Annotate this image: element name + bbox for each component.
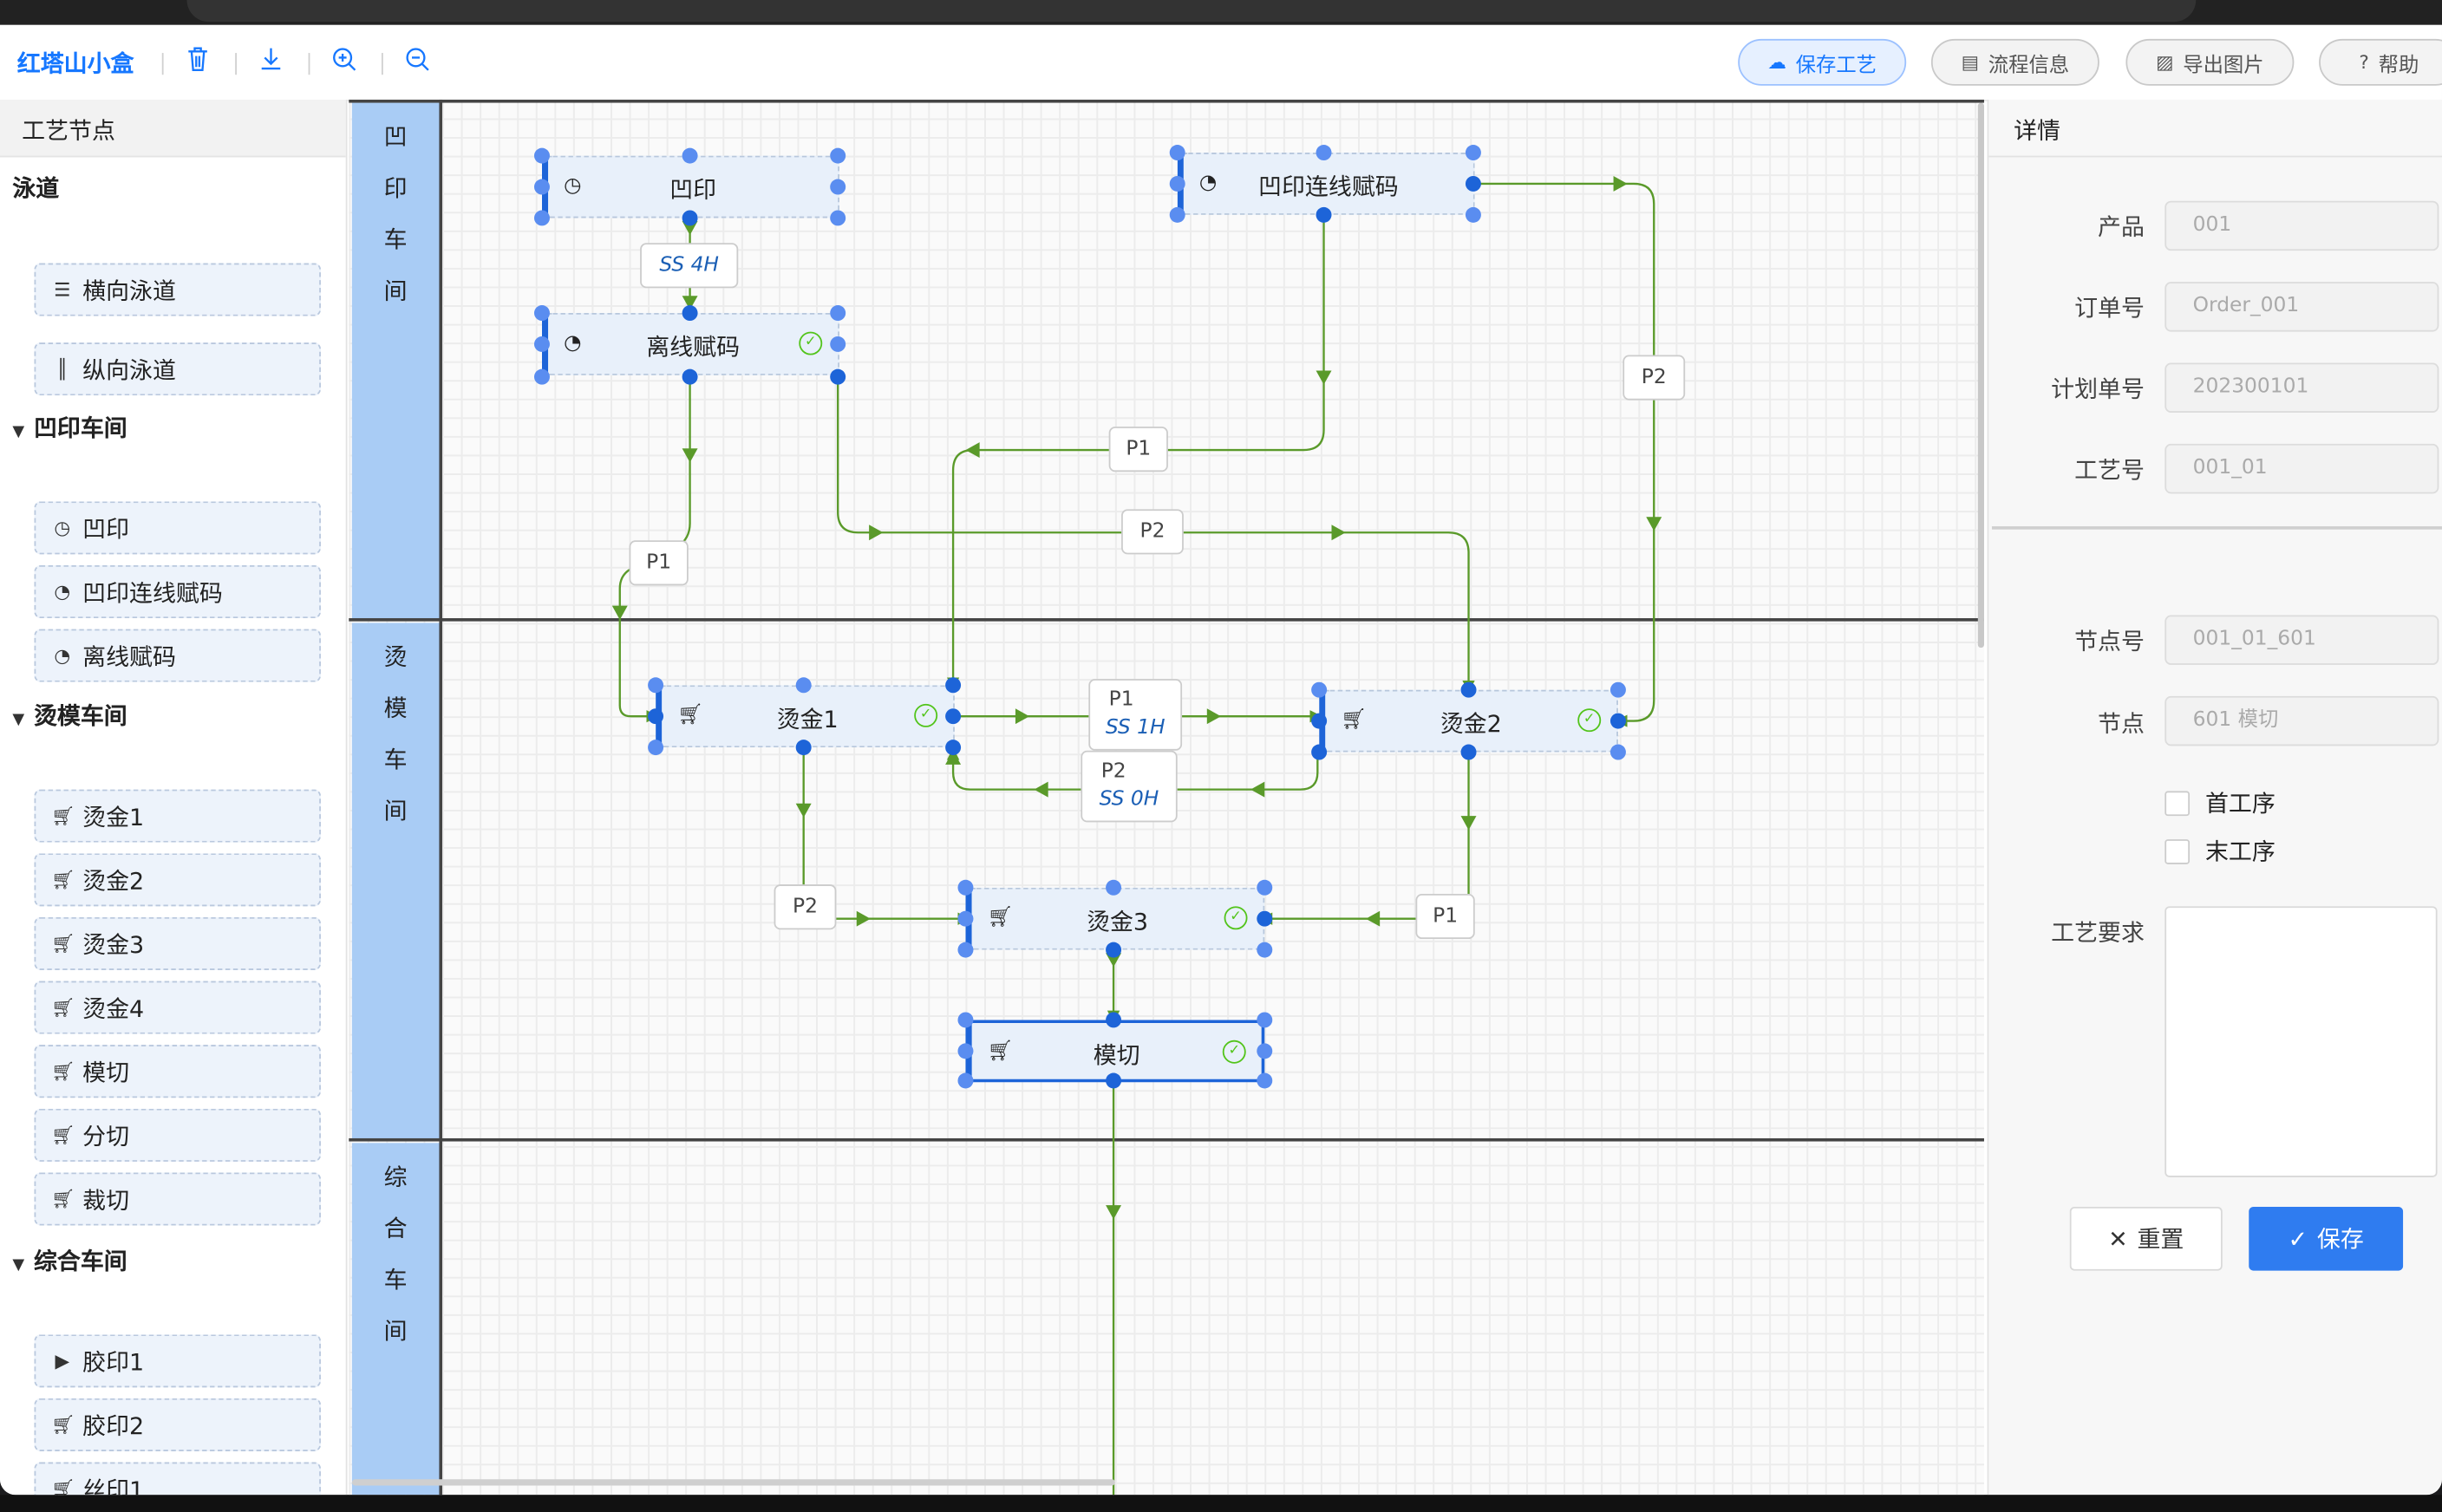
canvas-vertical-scrollbar[interactable] [1977,102,1984,648]
process-field[interactable]: 001_01 [2164,443,2439,494]
node-tangjin2[interactable]: 🛒︎ 烫金2 ✓ [1319,689,1618,753]
field-label-process: 工艺号 [2074,456,2145,485]
check-circle-icon: ✓ [799,331,823,355]
last-process-label: 末工序 [2204,837,2276,866]
field-label-requirement: 工艺要求 [2051,918,2145,948]
field-label-order: 订单号 [2074,294,2145,323]
edge-label-p1[interactable]: P1 [1108,427,1168,472]
first-process-label: 首工序 [2204,789,2276,818]
edge-label-p1-ss1h[interactable]: P1 SS 1H [1088,679,1183,751]
field-label-product: 产品 [2098,213,2145,242]
node-tangjin3[interactable]: 🛒︎ 烫金3 ✓ [965,887,1265,950]
edge-label-ss4h[interactable]: SS 4H [640,243,739,289]
field-label-plan: 计划单号 [2051,375,2145,404]
node-aoyin[interactable]: ◷ 凹印 [541,155,839,218]
order-field[interactable]: Order_001 [2164,282,2439,332]
detail-panel: 详情 产品 001 订单号 Order_001 计划单号 202300101 工… [1987,99,2442,1496]
node-aoyin-lianxian-fuma[interactable]: ◔ 凹印连线赋码 [1177,153,1475,215]
edge-label-p2[interactable]: P2 [1121,509,1184,555]
edge-label-p1[interactable]: P1 [629,540,689,586]
first-process-checkbox[interactable] [2164,791,2191,817]
requirement-textarea[interactable] [2164,906,2438,1177]
edge-label-p2[interactable]: P2 [774,884,837,930]
edge-label-p1[interactable]: P1 [1415,893,1475,940]
close-icon: ✕ [2108,1224,2128,1253]
field-label-node: 节点 [2098,710,2145,739]
node-moqie-selected[interactable]: 🛒︎ 模切 ✓ [965,1020,1265,1083]
check-circle-icon: ✓ [914,703,938,727]
plan-field[interactable]: 202300101 [2164,362,2439,413]
check-circle-icon: ✓ [1222,1040,1246,1064]
desktop-strip [0,1495,2442,1512]
detail-title: 详情 [2014,116,2061,146]
browser-bar [0,0,2442,25]
detail-divider [1991,526,2442,530]
check-circle-icon: ✓ [1577,708,1602,733]
node-tangjin1[interactable]: 🛒︎ 烫金1 ✓ [656,685,955,748]
save-button[interactable]: ✓ 保存 [2249,1206,2404,1271]
field-label-node-no: 节点号 [2074,627,2145,656]
edge-label-p2-ss0h[interactable]: P2 SS 0H [1081,750,1178,823]
node-no-field[interactable]: 001_01_601 [2164,615,2439,665]
detail-header: 详情 [1988,100,2442,158]
app-screen: 红塔山小盒 ☁ 保存工艺 ▤ 流程信息 ▨ 导出图片 ? 帮助 工艺节点 泳道 … [0,24,2442,1496]
reset-button[interactable]: ✕ 重置 [2069,1206,2223,1271]
check-circle-icon: ✓ [1224,906,1248,930]
node-lixian-fuma[interactable]: ◔ 离线赋码 ✓ [541,313,839,375]
last-process-checkbox[interactable] [2164,839,2191,864]
edge-lianxian-tangjin2 [1472,182,1655,727]
edge-label-p2[interactable]: P2 [1623,355,1686,401]
check-icon: ✓ [2288,1224,2308,1253]
address-bar[interactable] [186,0,2197,23]
canvas-horizontal-scrollbar[interactable] [351,1479,1115,1486]
product-field[interactable]: 001 [2164,200,2439,251]
node-field[interactable]: 601 模切 [2164,695,2439,746]
